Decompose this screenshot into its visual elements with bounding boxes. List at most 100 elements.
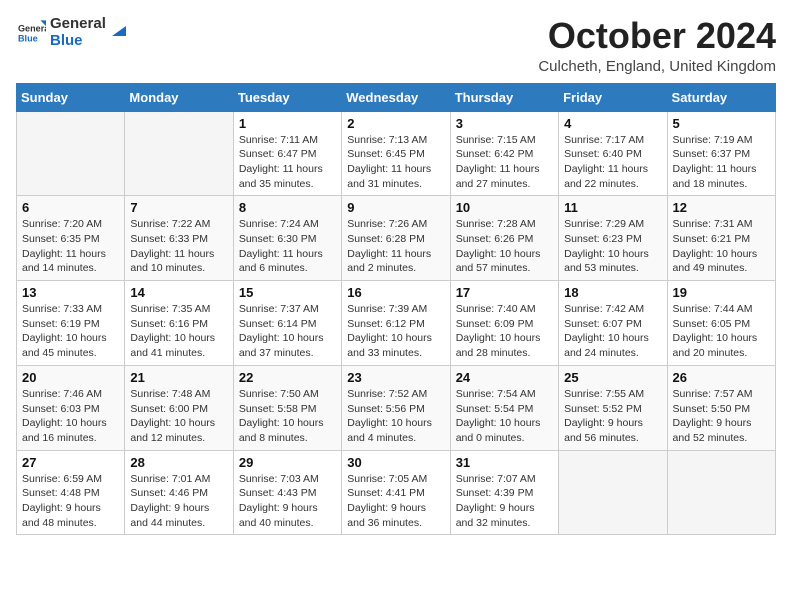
day-info: Sunrise: 7:13 AMSunset: 6:45 PMDaylight:… (347, 133, 444, 192)
calendar-cell-w5-d1: 27 Sunrise: 6:59 AMSunset: 4:48 PMDayligh… (17, 450, 125, 535)
header-sunday: Sunday (17, 83, 125, 111)
calendar-cell-w4-d6: 25 Sunrise: 7:55 AMSunset: 5:52 PMDayligh… (559, 365, 667, 450)
day-info: Sunrise: 7:33 AMSunset: 6:19 PMDaylight:… (22, 302, 119, 361)
location-subtitle: Culcheth, England, United Kingdom (538, 58, 776, 75)
calendar-week-5: 27 Sunrise: 6:59 AMSunset: 4:48 PMDayligh… (17, 450, 776, 535)
logo: General Blue General Blue (16, 16, 130, 49)
calendar-cell-w3-d1: 13 Sunrise: 7:33 AMSunset: 6:19 PMDayligh… (17, 281, 125, 366)
title-block: October 2024 Culcheth, England, United K… (538, 16, 776, 75)
calendar-cell-w2-d7: 12Sunrise: 7:31 AMSunset: 6:21 PMDayligh… (667, 196, 775, 281)
calendar-cell-w3-d7: 19Sunrise: 7:44 AMSunset: 6:05 PMDayligh… (667, 281, 775, 366)
calendar-cell-w3-d3: 15 Sunrise: 7:37 AMSunset: 6:14 PMDayligh… (233, 281, 341, 366)
day-info: Sunrise: 7:28 AMSunset: 6:26 PMDaylight:… (456, 217, 553, 276)
calendar-cell-w3-d6: 18 Sunrise: 7:42 AMSunset: 6:07 PMDayligh… (559, 281, 667, 366)
calendar-cell-w5-d3: 29 Sunrise: 7:03 AMSunset: 4:43 PMDayligh… (233, 450, 341, 535)
day-number: 3 (456, 116, 553, 131)
day-info: Sunrise: 7:57 AMSunset: 5:50 PMDaylight:… (673, 387, 770, 446)
calendar-cell-w2-d1: 6 Sunrise: 7:20 AMSunset: 6:35 PMDaylight… (17, 196, 125, 281)
day-number: 28 (130, 455, 227, 470)
logo-arrow-icon (108, 18, 130, 40)
calendar-cell-w3-d2: 14 Sunrise: 7:35 AMSunset: 6:16 PMDayligh… (125, 281, 233, 366)
day-info: Sunrise: 7:37 AMSunset: 6:14 PMDaylight:… (239, 302, 336, 361)
calendar-cell-w2-d4: 9Sunrise: 7:26 AMSunset: 6:28 PMDaylight… (342, 196, 450, 281)
calendar-cell-w2-d5: 10 Sunrise: 7:28 AMSunset: 6:26 PMDayligh… (450, 196, 558, 281)
month-title: October 2024 (538, 16, 776, 56)
day-info: Sunrise: 7:20 AMSunset: 6:35 PMDaylight:… (22, 217, 119, 276)
header-friday: Friday (559, 83, 667, 111)
day-info: Sunrise: 7:46 AMSunset: 6:03 PMDaylight:… (22, 387, 119, 446)
day-info: Sunrise: 7:55 AMSunset: 5:52 PMDaylight:… (564, 387, 661, 446)
day-number: 27 (22, 455, 119, 470)
day-number: 10 (456, 200, 553, 215)
calendar-week-3: 13 Sunrise: 7:33 AMSunset: 6:19 PMDayligh… (17, 281, 776, 366)
calendar-header-row: Sunday Monday Tuesday Wednesday Thursday… (17, 83, 776, 111)
calendar-cell-w1-d1 (17, 111, 125, 196)
calendar-cell-w2-d2: 7Sunrise: 7:22 AMSunset: 6:33 PMDaylight… (125, 196, 233, 281)
day-number: 24 (456, 370, 553, 385)
day-number: 15 (239, 285, 336, 300)
day-number: 29 (239, 455, 336, 470)
calendar-cell-w2-d6: 11 Sunrise: 7:29 AMSunset: 6:23 PMDayligh… (559, 196, 667, 281)
calendar-cell-w4-d3: 22Sunrise: 7:50 AMSunset: 5:58 PMDayligh… (233, 365, 341, 450)
day-number: 21 (130, 370, 227, 385)
day-number: 4 (564, 116, 661, 131)
calendar-cell-w1-d5: 3 Sunrise: 7:15 AMSunset: 6:42 PMDaylight… (450, 111, 558, 196)
header-tuesday: Tuesday (233, 83, 341, 111)
day-info: Sunrise: 7:54 AMSunset: 5:54 PMDaylight:… (456, 387, 553, 446)
day-info: Sunrise: 7:31 AMSunset: 6:21 PMDaylight:… (673, 217, 770, 276)
calendar-cell-w5-d4: 30 Sunrise: 7:05 AMSunset: 4:41 PMDayligh… (342, 450, 450, 535)
day-number: 8 (239, 200, 336, 215)
day-number: 26 (673, 370, 770, 385)
calendar-cell-w4-d7: 26 Sunrise: 7:57 AMSunset: 5:50 PMDayligh… (667, 365, 775, 450)
day-number: 25 (564, 370, 661, 385)
day-number: 16 (347, 285, 444, 300)
calendar-week-1: 1Sunrise: 7:11 AMSunset: 6:47 PMDaylight… (17, 111, 776, 196)
day-number: 18 (564, 285, 661, 300)
calendar-cell-w5-d7 (667, 450, 775, 535)
calendar-cell-w4-d4: 23 Sunrise: 7:52 AMSunset: 5:56 PMDayligh… (342, 365, 450, 450)
day-number: 19 (673, 285, 770, 300)
day-number: 23 (347, 370, 444, 385)
day-info: Sunrise: 7:01 AMSunset: 4:46 PMDaylight:… (130, 472, 227, 531)
calendar-cell-w4-d2: 21Sunrise: 7:48 AMSunset: 6:00 PMDayligh… (125, 365, 233, 450)
calendar-cell-w1-d3: 1Sunrise: 7:11 AMSunset: 6:47 PMDaylight… (233, 111, 341, 196)
day-info: Sunrise: 7:50 AMSunset: 5:58 PMDaylight:… (239, 387, 336, 446)
day-info: Sunrise: 7:07 AMSunset: 4:39 PMDaylight:… (456, 472, 553, 531)
calendar-cell-w5-d6 (559, 450, 667, 535)
day-info: Sunrise: 7:24 AMSunset: 6:30 PMDaylight:… (239, 217, 336, 276)
day-number: 7 (130, 200, 227, 215)
day-number: 17 (456, 285, 553, 300)
header-saturday: Saturday (667, 83, 775, 111)
logo-icon: General Blue (18, 19, 46, 47)
calendar-cell-w5-d5: 31Sunrise: 7:07 AMSunset: 4:39 PMDayligh… (450, 450, 558, 535)
day-number: 14 (130, 285, 227, 300)
calendar-cell-w1-d6: 4Sunrise: 7:17 AMSunset: 6:40 PMDaylight… (559, 111, 667, 196)
day-number: 6 (22, 200, 119, 215)
day-info: Sunrise: 7:05 AMSunset: 4:41 PMDaylight:… (347, 472, 444, 531)
day-number: 13 (22, 285, 119, 300)
calendar-table: Sunday Monday Tuesday Wednesday Thursday… (16, 83, 776, 536)
logo-blue-text: Blue (50, 33, 106, 50)
header-thursday: Thursday (450, 83, 558, 111)
day-info: Sunrise: 6:59 AMSunset: 4:48 PMDaylight:… (22, 472, 119, 531)
day-number: 11 (564, 200, 661, 215)
calendar-cell-w2-d3: 8 Sunrise: 7:24 AMSunset: 6:30 PMDaylight… (233, 196, 341, 281)
calendar-week-4: 20 Sunrise: 7:46 AMSunset: 6:03 PMDayligh… (17, 365, 776, 450)
calendar-cell-w1-d4: 2 Sunrise: 7:13 AMSunset: 6:45 PMDaylight… (342, 111, 450, 196)
day-number: 2 (347, 116, 444, 131)
day-info: Sunrise: 7:19 AMSunset: 6:37 PMDaylight:… (673, 133, 770, 192)
day-number: 30 (347, 455, 444, 470)
day-info: Sunrise: 7:35 AMSunset: 6:16 PMDaylight:… (130, 302, 227, 361)
day-info: Sunrise: 7:29 AMSunset: 6:23 PMDaylight:… (564, 217, 661, 276)
day-number: 9 (347, 200, 444, 215)
day-info: Sunrise: 7:40 AMSunset: 6:09 PMDaylight:… (456, 302, 553, 361)
day-info: Sunrise: 7:52 AMSunset: 5:56 PMDaylight:… (347, 387, 444, 446)
day-info: Sunrise: 7:15 AMSunset: 6:42 PMDaylight:… (456, 133, 553, 192)
svg-text:Blue: Blue (18, 33, 38, 43)
day-info: Sunrise: 7:03 AMSunset: 4:43 PMDaylight:… (239, 472, 336, 531)
calendar-cell-w4-d1: 20 Sunrise: 7:46 AMSunset: 6:03 PMDayligh… (17, 365, 125, 450)
calendar-cell-w3-d4: 16Sunrise: 7:39 AMSunset: 6:12 PMDayligh… (342, 281, 450, 366)
day-number: 5 (673, 116, 770, 131)
day-number: 20 (22, 370, 119, 385)
day-info: Sunrise: 7:42 AMSunset: 6:07 PMDaylight:… (564, 302, 661, 361)
